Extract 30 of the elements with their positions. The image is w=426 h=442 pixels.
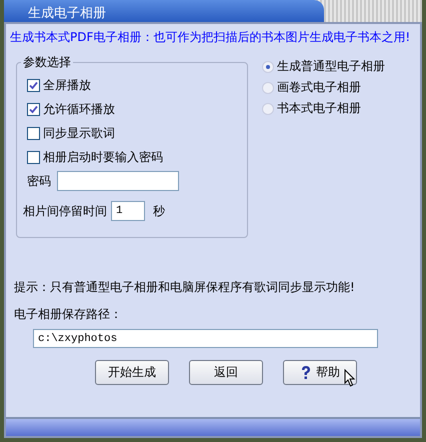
checkbox[interactable]: [27, 150, 40, 164]
radio-button[interactable]: [262, 82, 274, 94]
radio-button[interactable]: [262, 60, 274, 72]
radio-label: 书本式电子相册: [277, 100, 361, 117]
dialog-button[interactable]: 返回: [189, 360, 263, 385]
interval-field[interactable]: 1: [111, 201, 145, 221]
checkbox-label: 允许循环播放: [43, 100, 115, 118]
radio-label: 生成普通型电子相册: [277, 58, 385, 75]
hint-text: 提示：只有普通型电子相册和电脑屏保程序有歌词同步显示功能!: [14, 279, 356, 296]
checkbox-label: 相册启动时要输入密码: [43, 148, 163, 166]
dialog-button[interactable]: 开始生成: [95, 360, 169, 385]
unit-label: 秒: [153, 202, 165, 220]
checkbox[interactable]: [27, 78, 40, 92]
path-label: 电子相册保存路径：: [14, 306, 123, 323]
checkbox[interactable]: [27, 102, 40, 116]
checkbox[interactable]: [27, 126, 40, 140]
help-button[interactable]: 帮助: [283, 360, 357, 385]
radio-label: 画卷式电子相册: [277, 79, 361, 96]
window-title: 生成电子相册: [4, 0, 324, 22]
path-field[interactable]: c:\zxyphotos: [33, 329, 378, 348]
checkbox-label: 同步显示歌词: [43, 124, 115, 142]
password-field[interactable]: [57, 171, 179, 191]
headline: 生成书本式PDF电子相册：也可作为把扫描后的书本图片生成电子书本之用!: [10, 29, 412, 46]
question-icon: [300, 364, 312, 380]
mouse-cursor-icon: [344, 369, 356, 387]
password-label: 密码: [27, 172, 51, 190]
interval-label: 相片间停留时间: [23, 202, 107, 220]
group-title: 参数选择: [22, 54, 72, 71]
checkbox-label: 全屏播放: [43, 76, 91, 94]
radio-button[interactable]: [262, 102, 274, 114]
